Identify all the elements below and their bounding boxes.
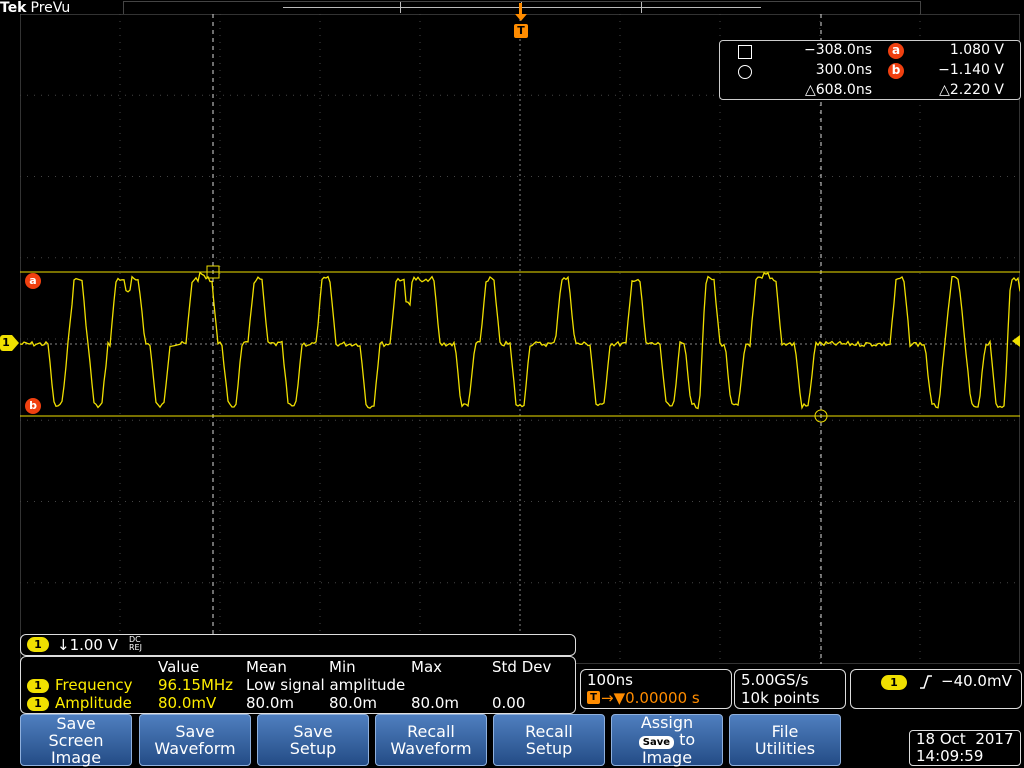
date: 18 Oct 2017 bbox=[916, 730, 1014, 748]
softkey-1-line-2: Screen Image bbox=[48, 730, 104, 767]
assign-save-button[interactable]: Assign Save to Image bbox=[611, 714, 723, 766]
cursor-readout-panel: −308.0ns 300.0ns △608.0ns a b 1.080 V −1… bbox=[719, 40, 1021, 100]
meas-2-mean: 80.0m bbox=[246, 694, 295, 712]
delta-time: △608.0ns bbox=[804, 82, 872, 98]
cursor-b-marker: b bbox=[25, 398, 41, 414]
softkey-7-line-2: Utilities bbox=[754, 739, 816, 758]
cursor-1-square-icon bbox=[738, 45, 752, 59]
meas-1-name: Frequency bbox=[55, 676, 133, 694]
meas-2-name: Amplitude bbox=[55, 694, 132, 712]
softkey-4-line-1: Recall bbox=[407, 722, 455, 741]
trigger-panel[interactable]: 1 −40.0mV bbox=[850, 669, 1022, 709]
softkey-7-line-1: File bbox=[771, 722, 799, 741]
trigger-position-marker[interactable]: T bbox=[513, 0, 529, 40]
recall-waveform-button[interactable]: Recall Waveform bbox=[375, 714, 487, 766]
softkey-3-line-1: Save bbox=[293, 722, 333, 741]
acquisition-panel[interactable]: 5.00GS/s 10k points bbox=[734, 669, 846, 709]
softkey-6-line-2: Image bbox=[641, 748, 693, 767]
trigger-position-icon: T bbox=[587, 691, 600, 704]
meas-1-note: Low signal amplitude bbox=[246, 676, 406, 694]
sample-rate: 5.00GS/s bbox=[741, 671, 809, 689]
softkey-6-line-1: Assign bbox=[640, 713, 694, 732]
channel-1-readout[interactable]: 1 ↓1.00 V DC REJ bbox=[20, 634, 576, 656]
channel-1-ground-marker[interactable]: 1 bbox=[0, 335, 20, 351]
cursor-1-time: −308.0ns bbox=[804, 42, 872, 58]
header-min: Min bbox=[329, 658, 356, 676]
softkey-4-line-2: Waveform bbox=[390, 739, 472, 758]
trigger-level-marker bbox=[1012, 335, 1020, 347]
meas-2-value: 80.0mV bbox=[158, 694, 217, 712]
cursor-b-icon: b bbox=[888, 63, 904, 79]
time: 14:09:59 bbox=[916, 747, 984, 765]
record-length: 10k points bbox=[741, 689, 820, 707]
datetime-panel[interactable]: 18 Oct 2017 14:09:59 bbox=[909, 730, 1021, 766]
softkey-1-line-1: Save bbox=[56, 713, 96, 733]
softkey-2-line-1: Save bbox=[175, 722, 215, 741]
channel-1-coupling: DC REJ bbox=[129, 636, 142, 652]
softkey-6-mid: to bbox=[679, 730, 696, 749]
cursor-a-marker: a bbox=[25, 273, 41, 289]
softkey-2-line-2: Waveform bbox=[154, 739, 236, 758]
horizontal-scale: 100ns bbox=[587, 671, 633, 689]
trigger-source-chip: 1 bbox=[881, 675, 907, 690]
cursor-2-circle-icon bbox=[738, 65, 752, 79]
rising-edge-icon bbox=[920, 675, 932, 689]
softkey-3-line-2: Setup bbox=[289, 739, 337, 758]
delta-voltage: △2.220 V bbox=[939, 82, 1004, 98]
trigger-level: −40.0mV bbox=[941, 672, 1012, 690]
waveform-display[interactable] bbox=[20, 14, 1020, 664]
cursor-b-voltage: −1.140 V bbox=[938, 62, 1004, 78]
recall-setup-button[interactable]: Recall Setup bbox=[493, 714, 605, 766]
save-waveform-button[interactable]: Save Waveform bbox=[139, 714, 251, 766]
meas-2-max: 80.0m bbox=[411, 694, 460, 712]
save-setup-button[interactable]: Save Setup bbox=[257, 714, 369, 766]
save-screen-image-button[interactable]: Save Screen Image bbox=[20, 714, 132, 766]
channel-1-marker-label: 1 bbox=[0, 335, 12, 351]
record-view-bracket-left bbox=[400, 2, 401, 13]
cursor-a-voltage: 1.080 V bbox=[949, 42, 1004, 58]
meas-1-channel-chip: 1 bbox=[27, 679, 49, 693]
record-view-bracket-right bbox=[641, 2, 642, 13]
softkey-5-line-1: Recall bbox=[525, 722, 573, 741]
cursor-a-icon: a bbox=[888, 43, 904, 59]
meas-1-value: 96.15MHz bbox=[158, 676, 234, 694]
cursor-2-time: 300.0ns bbox=[815, 62, 872, 78]
horizontal-position: →▼0.00000 s bbox=[601, 689, 700, 707]
header-max: Max bbox=[411, 658, 443, 676]
trigger-t-icon: T bbox=[514, 24, 528, 38]
channel-1-scale: ↓1.00 V bbox=[57, 636, 118, 654]
file-utilities-button[interactable]: File Utilities bbox=[729, 714, 841, 766]
header-std-dev: Std Dev bbox=[492, 658, 552, 676]
timebase-panel[interactable]: 100ns T →▼0.00000 s bbox=[580, 669, 732, 709]
meas-2-min: 80.0m bbox=[329, 694, 378, 712]
header-value: Value bbox=[158, 658, 200, 676]
channel-1-chip: 1 bbox=[27, 637, 49, 652]
meas-2-channel-chip: 1 bbox=[27, 697, 49, 711]
header-mean: Mean bbox=[246, 658, 287, 676]
coupling-rej: REJ bbox=[129, 643, 142, 652]
softkey-5-line-2: Setup bbox=[525, 739, 573, 758]
measurement-panel[interactable]: Value Mean Min Max Std Dev 1 Frequency 9… bbox=[20, 656, 576, 714]
meas-2-std-dev: 0.00 bbox=[492, 694, 526, 712]
